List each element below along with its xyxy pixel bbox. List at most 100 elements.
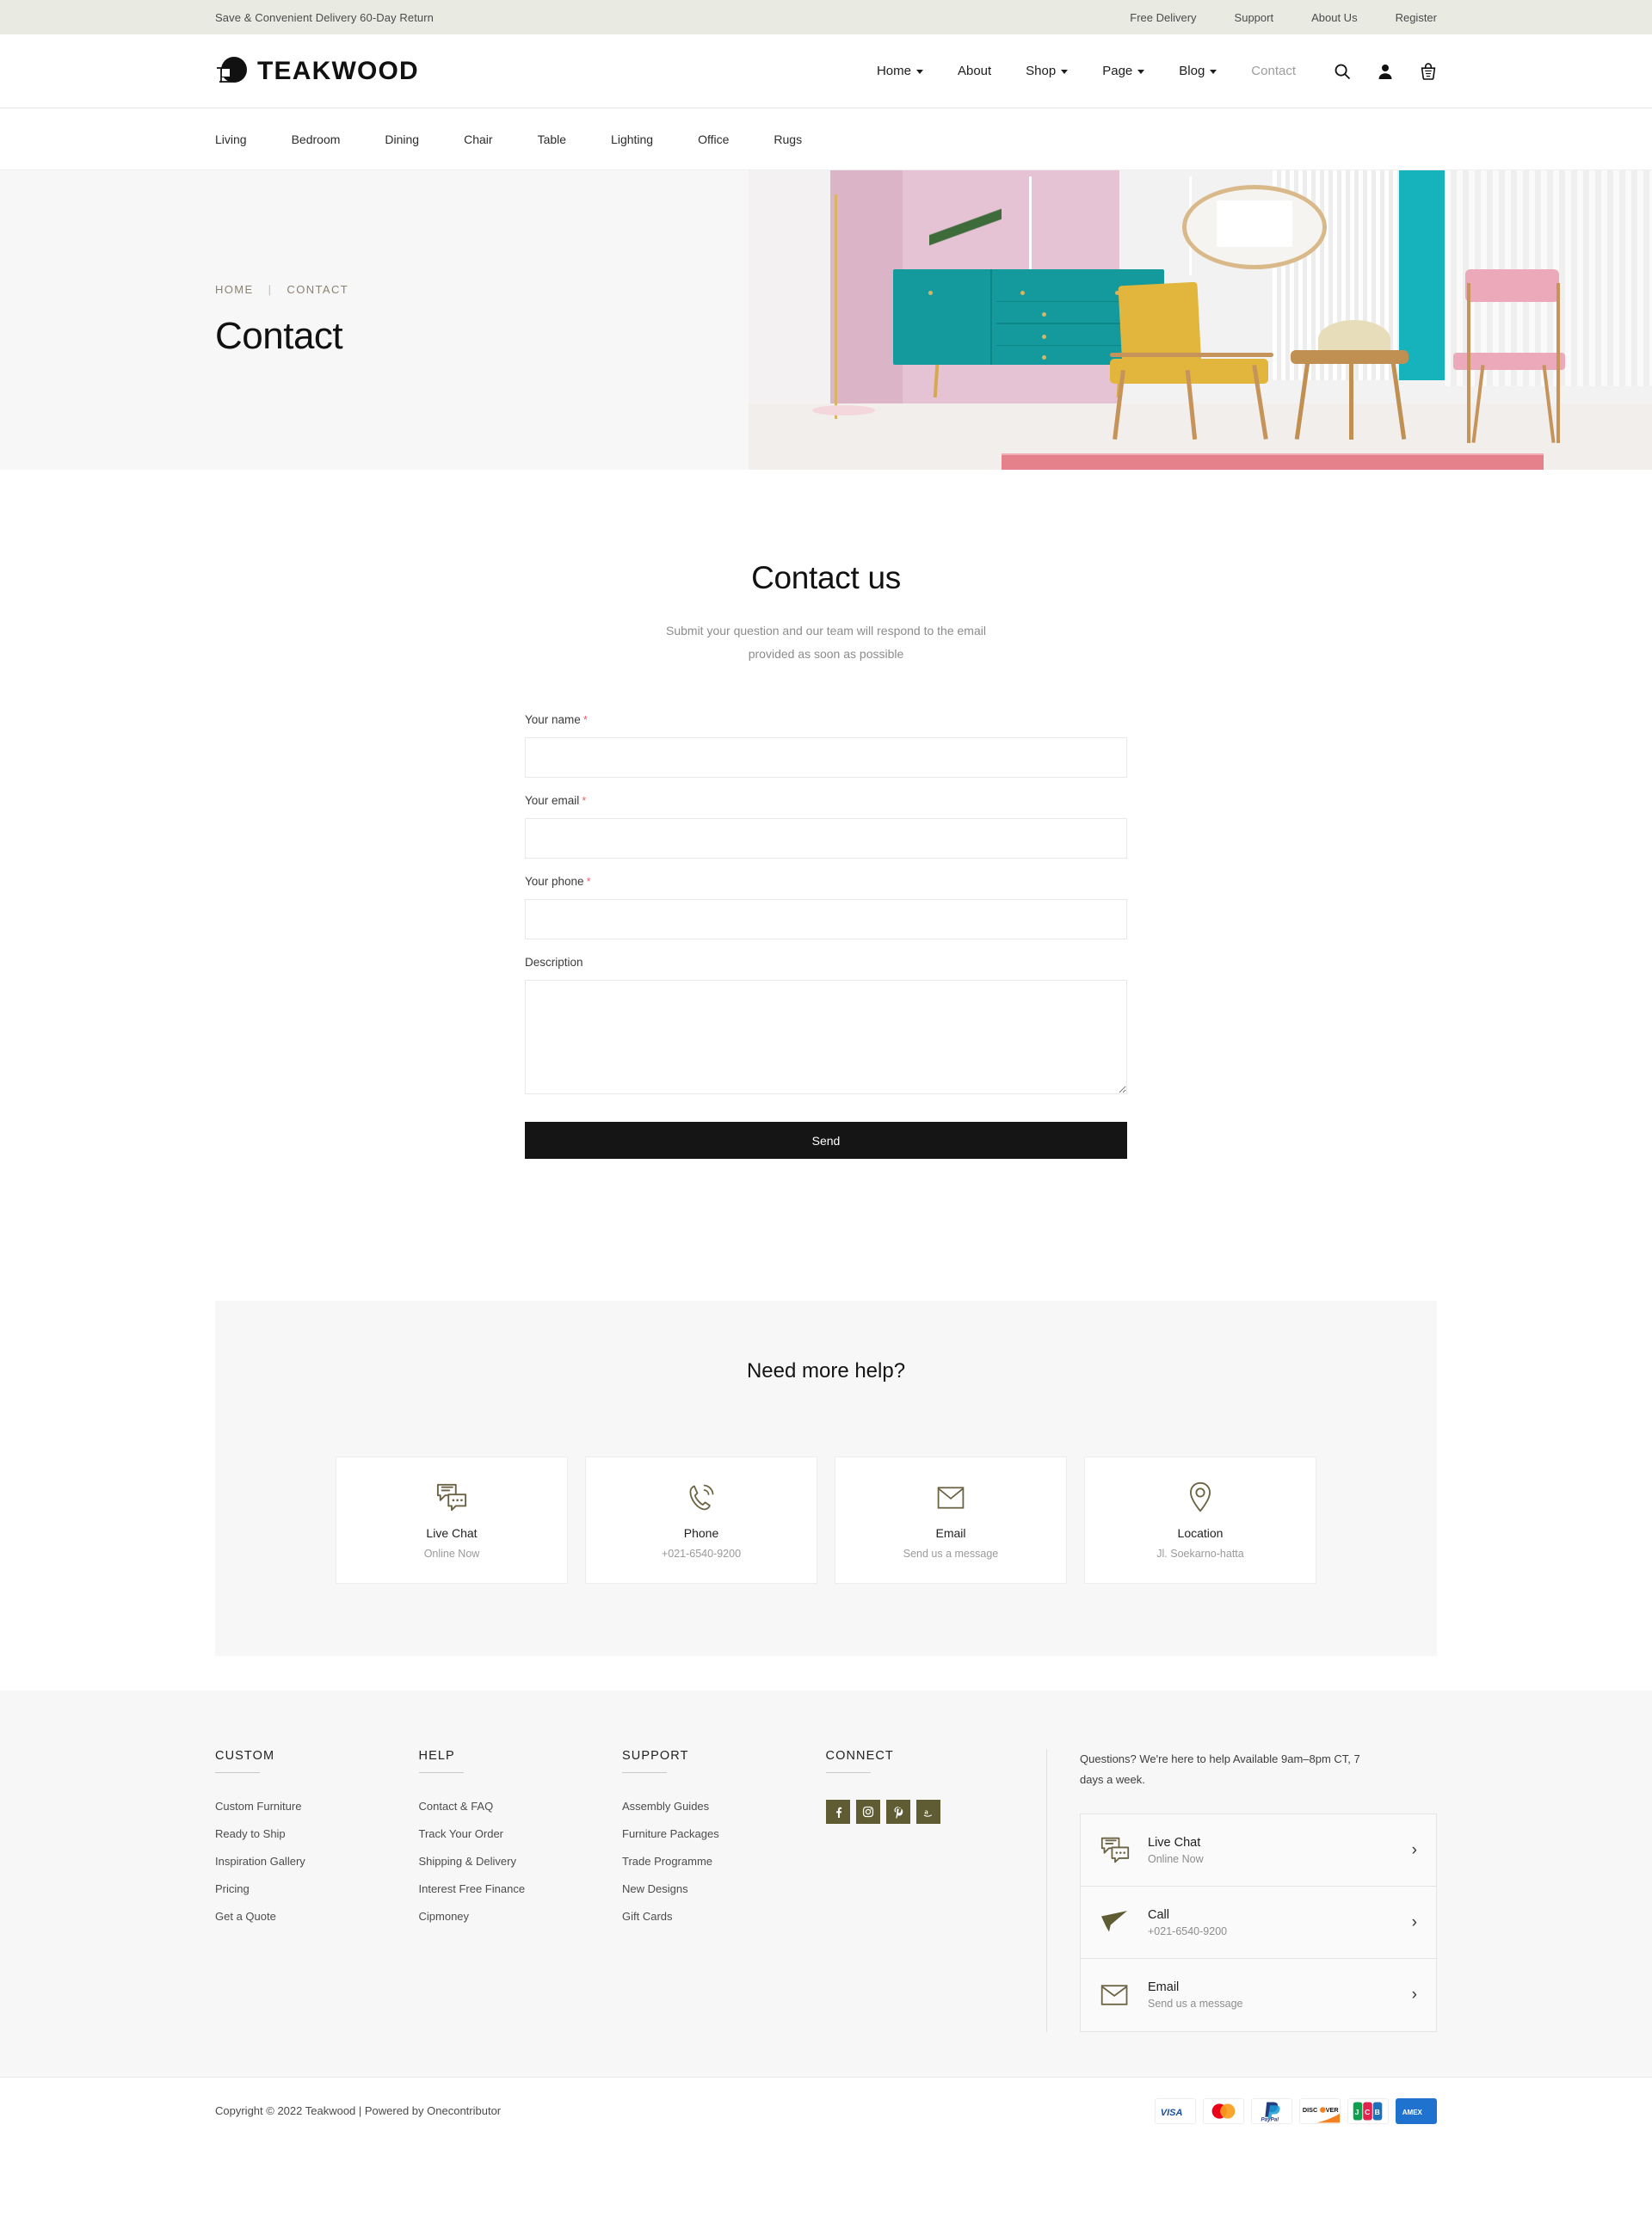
- field-your-name: Your name *: [525, 713, 1127, 778]
- footer-row-email[interactable]: Email Send us a message ›: [1081, 1959, 1436, 2031]
- category-navigation: Living Bedroom Dining Chair Table Lighti…: [0, 108, 1652, 170]
- nav-item-about[interactable]: About: [940, 64, 1008, 78]
- site-footer: CUSTOM Custom Furniture Ready to Ship In…: [0, 1690, 1652, 2077]
- contact-section: Contact us Submit your question and our …: [0, 470, 1652, 1228]
- footer-link-new-designs[interactable]: New Designs: [622, 1882, 826, 1895]
- help-card-email[interactable]: Email Send us a message: [835, 1456, 1067, 1584]
- category-office[interactable]: Office: [698, 132, 729, 146]
- cart-icon[interactable]: [1420, 62, 1437, 80]
- footer-link-get-a-quote[interactable]: Get a Quote: [215, 1910, 419, 1923]
- contact-subheading: Submit your question and our team will r…: [666, 624, 986, 661]
- top-link-register[interactable]: Register: [1396, 11, 1437, 24]
- footer-link-furniture-packages[interactable]: Furniture Packages: [622, 1827, 826, 1840]
- svg-text:VISA: VISA: [1161, 2107, 1183, 2117]
- svg-text:DISC: DISC: [1303, 2105, 1318, 2113]
- footer-column-connect: CONNECT a: [825, 1749, 1030, 1838]
- help-card-list: Live Chat Online Now Phone +021-6540-920…: [215, 1456, 1437, 1584]
- jcb-logo: J C B: [1347, 2097, 1389, 2124]
- footer-bottom-bar: Copyright © 2022 Teakwood | Powered by O…: [0, 2077, 1652, 2144]
- footer-link-cipmoney[interactable]: Cipmoney: [419, 1910, 623, 1923]
- nav-item-home[interactable]: Home: [860, 64, 940, 78]
- help-card-phone[interactable]: Phone +021-6540-9200: [585, 1456, 817, 1584]
- help-card-location[interactable]: Location Jl. Soekarno-hatta: [1084, 1456, 1316, 1584]
- user-icon[interactable]: [1377, 63, 1394, 80]
- category-dining[interactable]: Dining: [385, 132, 419, 146]
- breadcrumb-current: CONTACT: [287, 282, 349, 296]
- help-card-title: Location: [1177, 1525, 1224, 1540]
- promo-text: Save & Convenient Delivery 60-Day Return: [215, 10, 435, 24]
- footer-link-custom-furniture[interactable]: Custom Furniture: [215, 1800, 419, 1813]
- label-your-name: Your name *: [525, 713, 1127, 726]
- copyright-text: Copyright © 2022 Teakwood | Powered by O…: [215, 2104, 502, 2117]
- category-rugs[interactable]: Rugs: [774, 132, 802, 146]
- category-living[interactable]: Living: [215, 132, 247, 146]
- nav-item-shop[interactable]: Shop: [1008, 64, 1085, 78]
- header-right: Home About Shop Page Blog Contact: [860, 62, 1437, 80]
- help-card-subtitle: +021-6540-9200: [661, 1547, 742, 1560]
- amazon-icon[interactable]: a: [915, 1800, 940, 1824]
- footer-row-live-chat[interactable]: Live Chat Online Now ›: [1081, 1814, 1436, 1887]
- label-your-email: Your email *: [525, 794, 1127, 807]
- footer-link-track-your-order[interactable]: Track Your Order: [419, 1827, 623, 1840]
- footer-column-title: CUSTOM: [215, 1749, 275, 1763]
- top-link-free-delivery[interactable]: Free Delivery: [1130, 11, 1196, 24]
- input-your-name[interactable]: [525, 737, 1127, 778]
- footer-help-panel: Questions? We're here to help Available …: [1046, 1749, 1437, 2032]
- breadcrumb-separator: |: [268, 282, 273, 296]
- facebook-icon[interactable]: [825, 1800, 850, 1824]
- chevron-right-icon[interactable]: ›: [1412, 1986, 1417, 2005]
- paypal-logo: PayPal: [1251, 2097, 1292, 2124]
- title-underline: [825, 1772, 871, 1773]
- search-icon[interactable]: [1334, 63, 1351, 80]
- nav-item-contact[interactable]: Contact: [1234, 64, 1313, 78]
- footer-link-interest-free-finance[interactable]: Interest Free Finance: [419, 1882, 623, 1895]
- discover-logo: DISC VER: [1299, 2097, 1341, 2124]
- need-more-help-section: Need more help? Live Chat Online Now Pho…: [215, 1301, 1437, 1656]
- input-your-phone[interactable]: [525, 899, 1127, 939]
- field-your-phone: Your phone *: [525, 875, 1127, 939]
- footer-row-subtitle: Send us a message: [1148, 1998, 1243, 2010]
- chevron-down-icon: [1061, 70, 1069, 74]
- field-description: Description: [525, 956, 1127, 1094]
- page-title: Contact: [215, 314, 343, 357]
- label-text-your-email: Your email: [525, 794, 580, 807]
- instagram-icon[interactable]: [855, 1800, 880, 1824]
- footer-link-ready-to-ship[interactable]: Ready to Ship: [215, 1827, 419, 1840]
- top-link-about-us[interactable]: About Us: [1311, 11, 1357, 24]
- title-underline: [418, 1772, 464, 1773]
- input-your-email[interactable]: [525, 818, 1127, 859]
- footer-link-assembly-guides[interactable]: Assembly Guides: [622, 1800, 826, 1813]
- footer-column-title: CONNECT: [825, 1749, 894, 1763]
- chat-bubbles-icon: [435, 1481, 468, 1514]
- hero-interior-photo: [749, 170, 1652, 470]
- chevron-right-icon[interactable]: ›: [1412, 1913, 1417, 1932]
- footer-link-trade-programme[interactable]: Trade Programme: [622, 1855, 826, 1868]
- footer-row-call[interactable]: Call +021-6540-9200 ›: [1081, 1887, 1436, 1959]
- footer-link-shipping-delivery[interactable]: Shipping & Delivery: [419, 1855, 623, 1868]
- breadcrumb-home[interactable]: HOME: [215, 283, 254, 296]
- footer-link-inspiration-gallery[interactable]: Inspiration Gallery: [215, 1855, 419, 1868]
- top-link-support[interactable]: Support: [1235, 11, 1274, 24]
- footer-row-text: Email Send us a message: [1148, 1980, 1412, 2010]
- label-your-phone: Your phone *: [525, 875, 1127, 888]
- pinterest-icon[interactable]: [885, 1800, 910, 1824]
- help-card-subtitle: Online Now: [423, 1547, 480, 1560]
- input-description[interactable]: [525, 980, 1127, 1094]
- chat-bubbles-icon: [1100, 1836, 1148, 1865]
- nav-item-page[interactable]: Page: [1085, 64, 1162, 78]
- footer-link-pricing[interactable]: Pricing: [215, 1882, 419, 1895]
- logo[interactable]: TEAKWOOD: [215, 54, 419, 89]
- category-bedroom[interactable]: Bedroom: [292, 132, 341, 146]
- footer-link-contact-faq[interactable]: Contact & FAQ: [419, 1800, 623, 1813]
- category-chair[interactable]: Chair: [464, 132, 492, 146]
- visa-logo: VISA: [1155, 2097, 1196, 2124]
- footer-link-gift-cards[interactable]: Gift Cards: [622, 1910, 826, 1923]
- send-button[interactable]: Send: [525, 1122, 1127, 1159]
- chevron-right-icon[interactable]: ›: [1412, 1841, 1417, 1860]
- category-lighting[interactable]: Lighting: [611, 132, 653, 146]
- teakwood-chair-logo-icon: [215, 54, 250, 89]
- category-table[interactable]: Table: [538, 132, 566, 146]
- nav-item-blog[interactable]: Blog: [1162, 64, 1234, 78]
- help-card-live-chat[interactable]: Live Chat Online Now: [336, 1456, 568, 1584]
- main-navigation: Home About Shop Page Blog Contact: [860, 64, 1313, 78]
